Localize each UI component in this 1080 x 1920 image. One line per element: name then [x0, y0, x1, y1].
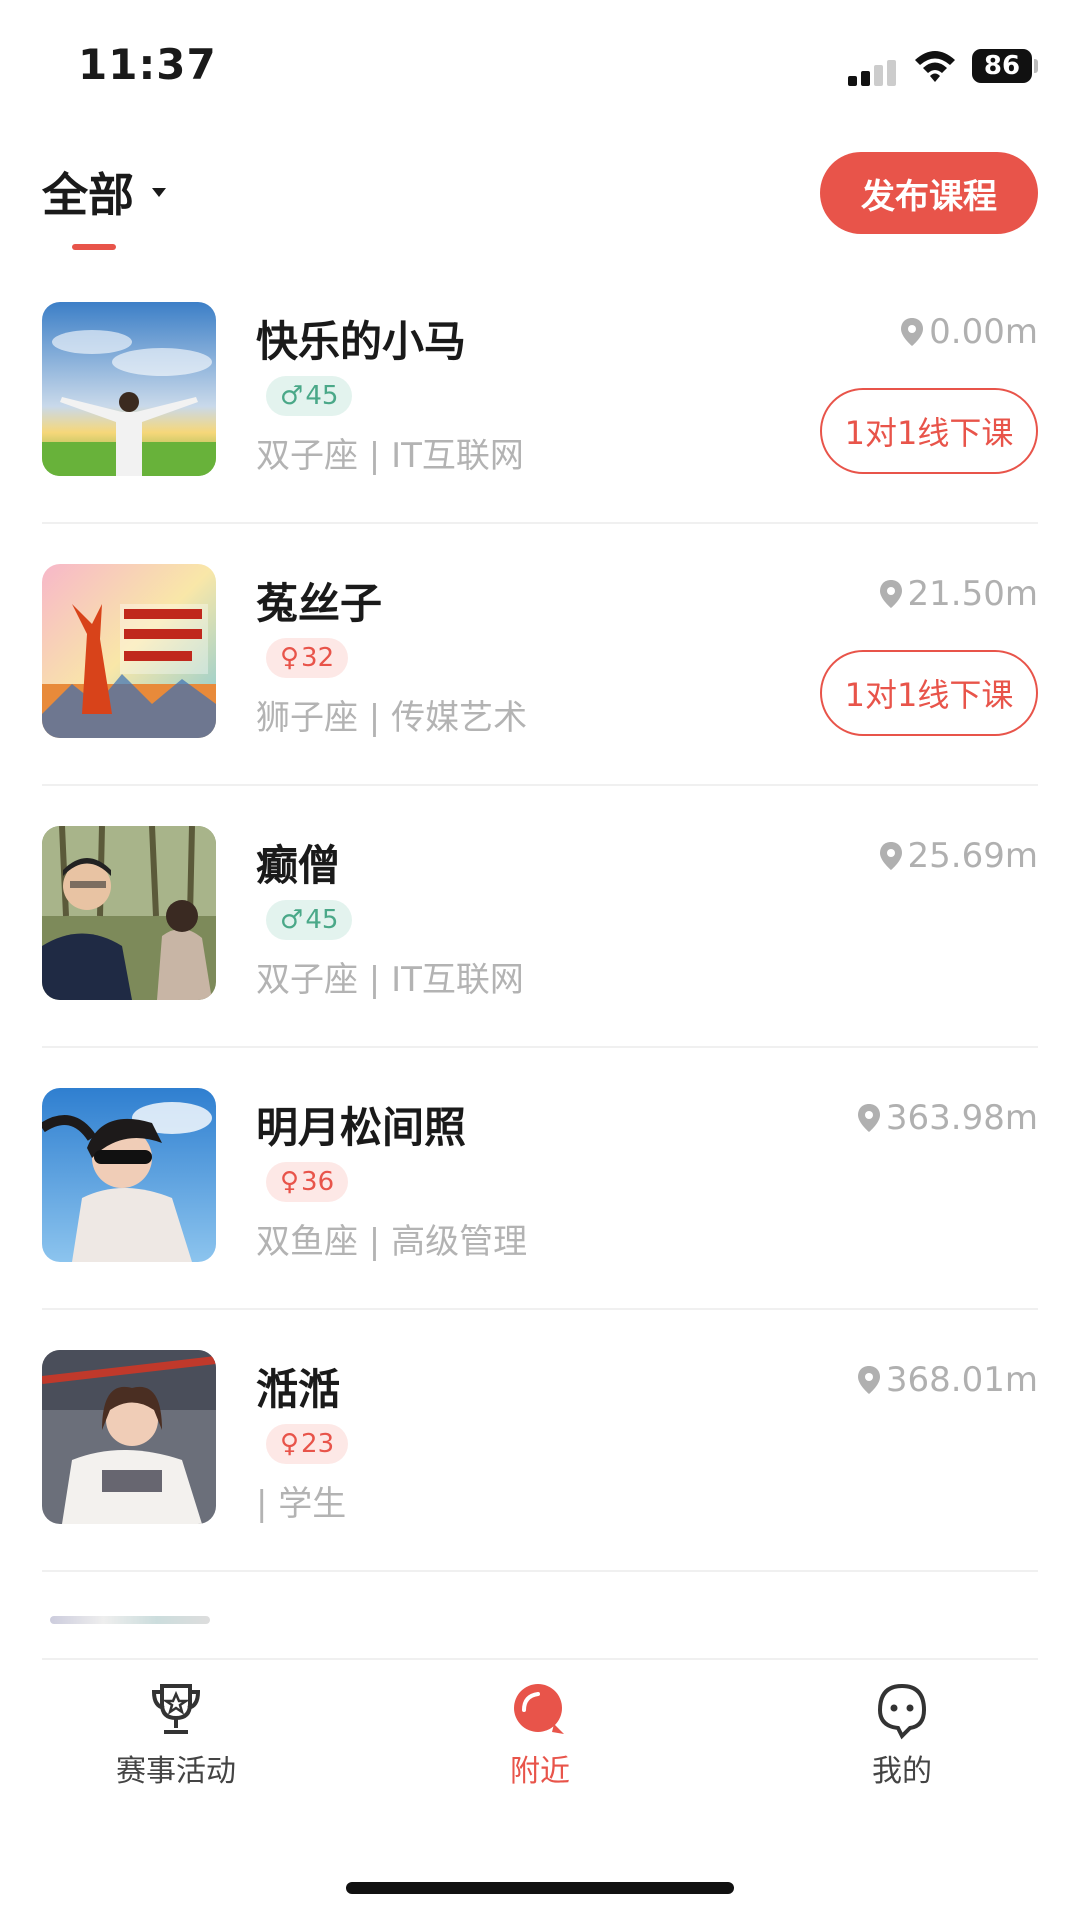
user-info: 双子座 | IT互联网: [256, 436, 524, 476]
filter-label: 全部: [42, 168, 134, 222]
bottom-tab-bar: 赛事活动 附近 我的: [0, 1680, 1080, 1810]
distance-value: 25.69m: [907, 836, 1038, 876]
list-item[interactable]: 湉湉 ♀ 23 | 学生 368.01m: [0, 1310, 1080, 1572]
user-info: 双子座 | IT互联网: [256, 960, 524, 1000]
divider: [42, 1658, 1038, 1660]
tab-events[interactable]: 赛事活动: [76, 1680, 276, 1790]
distance: 368.01m: [856, 1360, 1038, 1400]
age-value: 36: [301, 1167, 335, 1197]
gender-age-badge: ♂ 45: [266, 376, 353, 416]
user-info: 双鱼座 | 高级管理: [256, 1222, 528, 1262]
distance-value: 368.01m: [885, 1360, 1038, 1400]
list-item[interactable]: 菟丝子 ♀ 32 狮子座 | 传媒艺术 21.50m 1对1线下课: [0, 524, 1080, 786]
location-pin-icon: [857, 1104, 880, 1132]
category-filter[interactable]: 全部: [42, 162, 166, 222]
location-pin-icon: [901, 318, 924, 346]
nearby-list: 快乐的小马 ♂ 45 双子座 | IT互联网 0.00m 1对1线下课 菟丝子: [0, 262, 1080, 1660]
avatar[interactable]: [42, 826, 216, 1000]
user-name: 湉湉: [256, 1365, 341, 1414]
tab-mine[interactable]: 我的: [802, 1680, 1002, 1790]
avatar[interactable]: [42, 1088, 216, 1262]
distance-value: 21.50m: [907, 574, 1038, 614]
battery-level: 86: [983, 51, 1021, 81]
female-icon: ♀: [280, 643, 300, 673]
list-item[interactable]: 癫僧 ♂ 45 双子座 | IT互联网 25.69m: [0, 786, 1080, 1048]
wifi-icon: [915, 51, 955, 82]
status-bar: 11:37 86: [0, 0, 1080, 130]
gender-age-badge: ♂ 45: [266, 900, 353, 940]
status-time: 11:37: [78, 40, 217, 89]
gender-age-badge: ♀ 32: [266, 638, 349, 678]
male-icon: ♂: [280, 905, 304, 935]
user-name: 菟丝子: [256, 579, 383, 628]
filter-underline: [72, 244, 116, 250]
user-name: 快乐的小马: [256, 317, 467, 366]
publish-course-button[interactable]: 发布课程: [820, 152, 1038, 234]
distance-value: 363.98m: [885, 1098, 1038, 1138]
distance: 363.98m: [856, 1098, 1038, 1138]
list-item[interactable]: 快乐的小马 ♂ 45 双子座 | IT互联网 0.00m 1对1线下课: [0, 262, 1080, 524]
caret-down-icon: [152, 187, 166, 197]
user-info: | 学生: [256, 1484, 347, 1524]
location-pin-icon: [857, 1366, 880, 1394]
signal-icon: [848, 60, 900, 86]
location-pin-icon: [879, 580, 902, 608]
female-icon: ♀: [280, 1429, 300, 1459]
tab-label: 赛事活动: [116, 1754, 236, 1789]
age-value: 23: [301, 1429, 335, 1459]
home-indicator[interactable]: [346, 1882, 734, 1894]
tab-nearby[interactable]: 附近: [440, 1680, 640, 1790]
battery-icon: 86: [972, 49, 1032, 83]
avatar[interactable]: [50, 1616, 210, 1624]
distance: 21.50m: [878, 574, 1038, 614]
female-icon: ♀: [280, 1167, 300, 1197]
age-value: 45: [305, 905, 339, 935]
one-on-one-course-button[interactable]: 1对1线下课: [820, 388, 1038, 474]
age-value: 32: [301, 643, 335, 673]
distance-value: 0.00m: [929, 312, 1038, 352]
location-pin-icon: [879, 842, 902, 870]
battery-cap: [1034, 59, 1038, 73]
one-on-one-course-button[interactable]: 1对1线下课: [820, 650, 1038, 736]
age-value: 45: [305, 381, 339, 411]
nearby-icon: [514, 1684, 564, 1734]
list-item-partial[interactable]: [0, 1572, 1080, 1660]
user-name: 明月松间照: [256, 1103, 467, 1152]
gender-age-badge: ♀ 36: [266, 1162, 349, 1202]
user-info: 狮子座 | 传媒艺术: [256, 698, 528, 738]
trophy-icon: [151, 1684, 201, 1734]
tab-label: 我的: [872, 1754, 932, 1789]
distance: 0.00m: [899, 312, 1038, 352]
avatar[interactable]: [42, 302, 216, 476]
profile-icon: [877, 1683, 927, 1740]
user-name: 癫僧: [256, 841, 341, 890]
gender-age-badge: ♀ 23: [266, 1424, 349, 1464]
male-icon: ♂: [280, 381, 304, 411]
avatar[interactable]: [42, 1350, 216, 1524]
tab-label: 附近: [510, 1754, 570, 1789]
avatar[interactable]: [42, 564, 216, 738]
list-item[interactable]: 明月松间照 ♀ 36 双鱼座 | 高级管理 363.98m: [0, 1048, 1080, 1310]
distance: 25.69m: [878, 836, 1038, 876]
